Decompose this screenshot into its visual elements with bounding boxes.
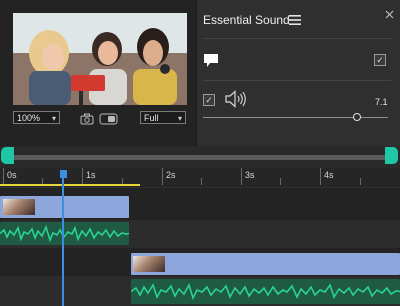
volume-value: 7.1	[375, 97, 388, 107]
toggle-icon[interactable]	[99, 113, 118, 125]
ruler-tick	[162, 168, 163, 185]
preview-frame-image	[13, 13, 187, 105]
ruler-minor-tick	[280, 178, 281, 185]
zoom-value: 100%	[17, 113, 41, 123]
chevron-down-icon: ▾	[177, 114, 182, 123]
zoom-select[interactable]: 100% ▾	[13, 111, 60, 124]
panel-title: Essential Sound	[203, 13, 290, 27]
ruler-tick	[320, 168, 321, 185]
menu-icon[interactable]	[289, 15, 301, 25]
audio-clip[interactable]	[0, 222, 129, 245]
range-start-handle[interactable]	[1, 147, 14, 164]
close-icon[interactable]	[385, 10, 394, 19]
range-end-handle[interactable]	[385, 147, 398, 164]
speech-bubble-icon	[204, 54, 218, 67]
video-preview	[13, 13, 187, 105]
divider	[203, 80, 391, 81]
ruler-tick	[82, 168, 83, 185]
audio-waveform	[0, 224, 129, 243]
camera-icon[interactable]	[80, 113, 94, 125]
volume-checkbox[interactable]: ✓	[203, 94, 215, 106]
playhead-line[interactable]	[62, 170, 64, 306]
video-clip[interactable]	[131, 253, 400, 275]
ruler-label: 3s	[245, 170, 255, 180]
audio-clip[interactable]	[131, 279, 400, 304]
volume-slider-thumb[interactable]	[352, 113, 361, 121]
clip-thumbnail	[3, 199, 35, 215]
ruler-label: 4s	[324, 170, 334, 180]
video-clip[interactable]	[0, 196, 129, 218]
ruler-label: 1s	[86, 170, 96, 180]
chevron-down-icon: ▾	[51, 114, 56, 123]
zoom-range-track[interactable]	[12, 155, 386, 160]
ruler-minor-tick	[360, 178, 361, 185]
divider	[203, 38, 391, 39]
quality-select[interactable]: Full ▾	[140, 111, 186, 124]
ruler-tick	[3, 168, 4, 185]
ruler-tick	[241, 168, 242, 185]
panel-divider	[196, 0, 197, 146]
speaker-icon	[225, 90, 246, 108]
quality-value: Full	[144, 113, 159, 123]
ruler-minor-tick	[201, 178, 202, 185]
dialogue-checkbox[interactable]: ✓	[374, 54, 386, 66]
ruler-label: 2s	[166, 170, 176, 180]
work-area-bar[interactable]	[0, 184, 140, 186]
ruler-label: 0s	[7, 170, 17, 180]
clip-thumbnail	[133, 256, 165, 272]
audio-waveform	[131, 282, 400, 301]
